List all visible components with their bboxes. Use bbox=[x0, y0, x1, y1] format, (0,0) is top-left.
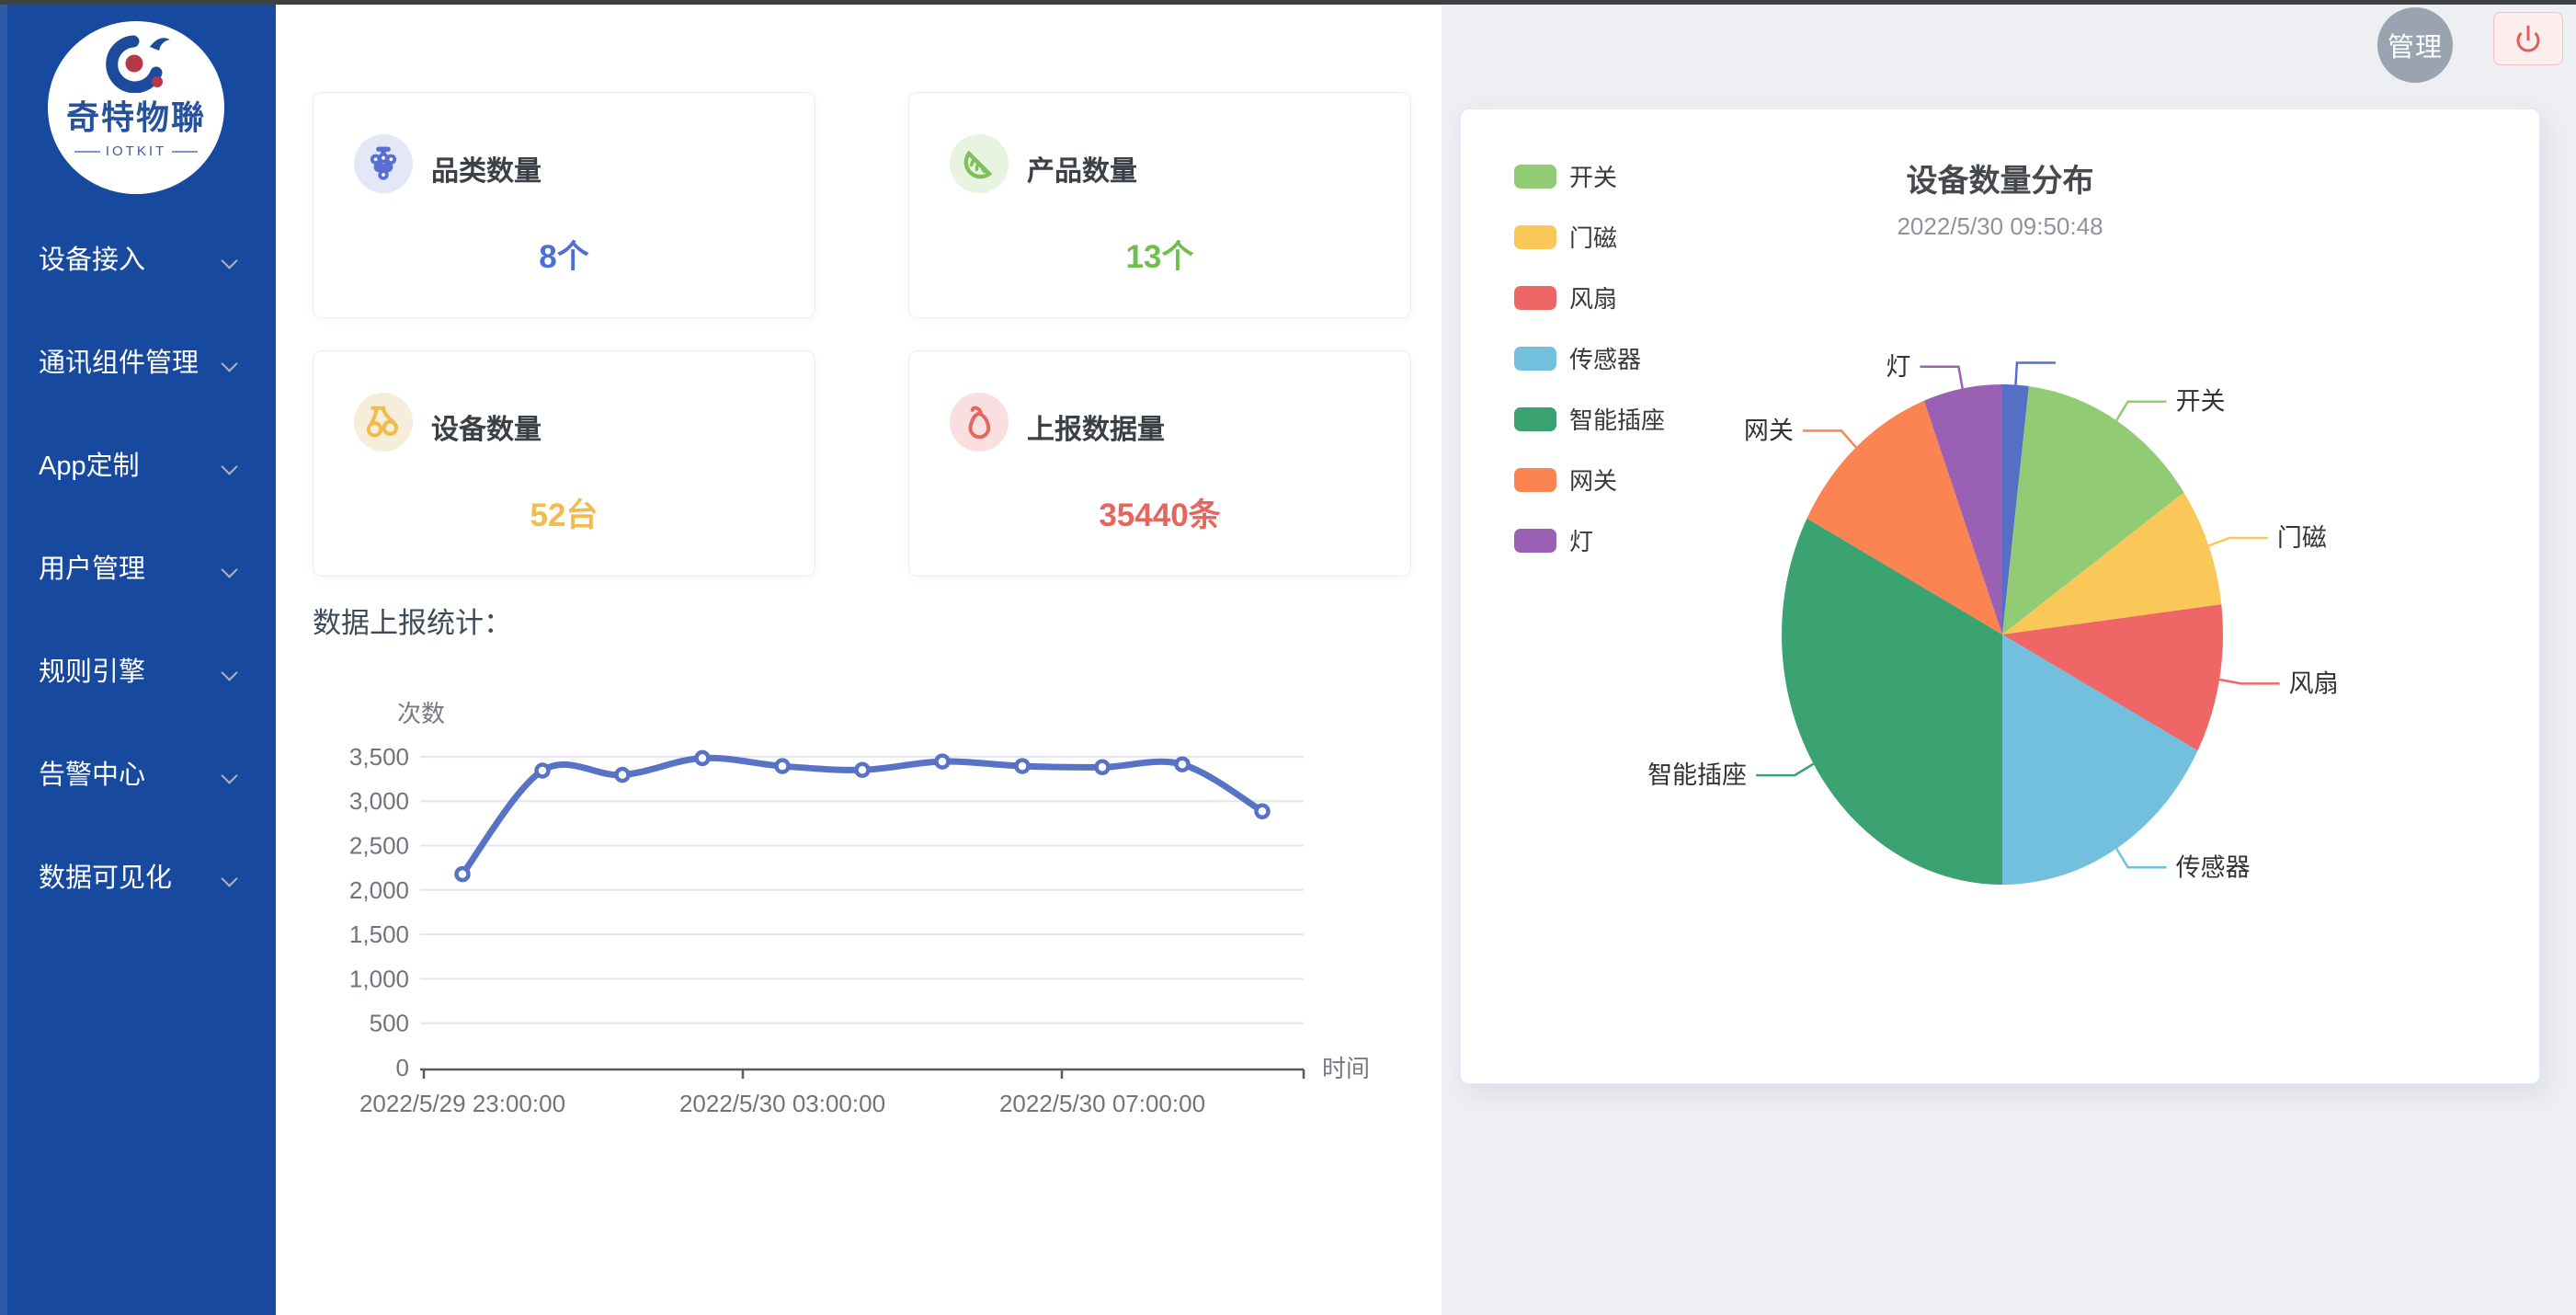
chevron-down-icon bbox=[221, 870, 237, 886]
stat-cards: 品类数量 8个 产品数量 13个设备数量 52台 上报数据量 35440条 bbox=[313, 92, 1416, 579]
device-pie-chart: 开关门磁风扇传感器 智能插座 网关 灯 bbox=[1461, 109, 2539, 1083]
divider bbox=[74, 151, 100, 153]
chevron-down-icon bbox=[221, 561, 237, 577]
svg-text:1,000: 1,000 bbox=[349, 965, 409, 992]
chevron-down-icon bbox=[221, 355, 237, 372]
stat-card: 上报数据量 35440条 bbox=[908, 350, 1411, 577]
svg-text:门磁: 门磁 bbox=[2277, 524, 2327, 552]
sidebar-menu-item[interactable]: App定制 bbox=[0, 440, 276, 492]
svg-text:风扇: 风扇 bbox=[2289, 669, 2339, 697]
svg-text:2022/5/30 07:00:00: 2022/5/30 07:00:00 bbox=[999, 1090, 1205, 1117]
svg-text:500: 500 bbox=[370, 1010, 409, 1037]
chevron-down-icon bbox=[221, 767, 237, 783]
stat-card: 产品数量 13个 bbox=[908, 92, 1411, 318]
chevron-down-icon bbox=[221, 252, 237, 269]
svg-text:2022/5/30 03:00:00: 2022/5/30 03:00:00 bbox=[679, 1090, 885, 1117]
stat-card: 设备数量 52台 bbox=[313, 350, 815, 577]
grapes-icon bbox=[354, 134, 413, 193]
svg-text:1,500: 1,500 bbox=[349, 920, 409, 948]
admin-avatar[interactable]: 管理 bbox=[2377, 7, 2453, 83]
sidebar-menu-item[interactable]: 通讯组件管理 bbox=[0, 337, 276, 389]
sidebar-item-label: 通讯组件管理 bbox=[39, 349, 199, 378]
sidebar-menu-item[interactable]: 设备接入 bbox=[0, 234, 276, 286]
stat-card-value: 13个 bbox=[909, 231, 1410, 278]
svg-text:2022/5/29 23:00:00: 2022/5/29 23:00:00 bbox=[359, 1090, 565, 1117]
pear-icon bbox=[950, 393, 1009, 452]
svg-text:0: 0 bbox=[396, 1054, 409, 1081]
divider bbox=[172, 151, 198, 153]
brand-subtitle-text: IOTKIT bbox=[106, 143, 166, 159]
stat-card-value: 35440条 bbox=[909, 489, 1410, 536]
sidebar: 奇特物聯 IOTKIT 设备接入通讯组件管理 App定制用户管理规则引擎告警中心数… bbox=[0, 5, 276, 1315]
report-section-title: 数据上报统计： bbox=[313, 600, 512, 641]
svg-text:次数: 次数 bbox=[397, 700, 445, 727]
sidebar-item-label: 规则引擎 bbox=[39, 658, 145, 687]
svg-text:3,000: 3,000 bbox=[349, 787, 409, 815]
stat-card-title: 产品数量 bbox=[1027, 148, 1137, 189]
stat-card-title: 品类数量 bbox=[431, 148, 541, 189]
chevron-down-icon bbox=[221, 458, 237, 475]
stat-card-title: 上报数据量 bbox=[1027, 406, 1165, 447]
report-line-chart: 0 500 1,000 1,500 2,000 2,500 3,000 3,500 次数 2022… bbox=[331, 680, 1434, 1131]
sidebar-item-label: 告警中心 bbox=[39, 760, 145, 790]
svg-text:传感器: 传感器 bbox=[2176, 853, 2251, 881]
sidebar-menu-item[interactable]: 数据可见化 bbox=[0, 852, 276, 904]
dashboard-root: 奇特物聯 IOTKIT 设备接入通讯组件管理App定制用户管理规则引擎告警中心数… bbox=[0, 0, 2576, 1315]
svg-text:3,500: 3,500 bbox=[349, 743, 409, 771]
svg-text:2,000: 2,000 bbox=[349, 876, 409, 904]
cherries-icon bbox=[354, 393, 413, 452]
sidebar-item-label: 数据可见化 bbox=[39, 863, 172, 893]
svg-text:智能插座: 智能插座 bbox=[1647, 761, 1747, 789]
svg-text:网关: 网关 bbox=[1744, 417, 1794, 444]
svg-text:灯: 灯 bbox=[1886, 353, 1910, 381]
stat-card-value: 8个 bbox=[313, 231, 815, 278]
svg-text:时间: 时间 bbox=[1322, 1055, 1370, 1082]
sidebar-menu-item[interactable]: 用户管理 bbox=[0, 543, 276, 595]
logout-button[interactable] bbox=[2493, 12, 2563, 65]
power-icon bbox=[2513, 23, 2544, 54]
sidebar-item-label: 用户管理 bbox=[39, 555, 145, 584]
stat-card: 品类数量 8个 bbox=[313, 92, 815, 318]
brand-logo: 奇特物聯 IOTKIT bbox=[48, 21, 224, 194]
stat-card-title: 设备数量 bbox=[431, 406, 541, 447]
sidebar-item-label: 设备接入 bbox=[39, 246, 145, 275]
rabbit-logo-icon bbox=[93, 34, 203, 93]
main-content-panel: 品类数量8个产品数量13个设备数量52台上报数据量35440条 数据上报统计： … bbox=[276, 5, 1442, 1315]
brand-subtitle: IOTKIT bbox=[74, 143, 198, 159]
lime-slice-icon bbox=[950, 134, 1009, 193]
sidebar-menu-item[interactable]: 规则引擎 bbox=[0, 646, 276, 698]
chevron-down-icon bbox=[221, 664, 237, 680]
device-distribution-card: 设备数量分布 2022/5/30 09:50:48 开关门磁风扇传感器智能插座网… bbox=[1460, 109, 2540, 1084]
svg-text:2,500: 2,500 bbox=[349, 832, 409, 860]
brand-name: 奇特物聯 bbox=[66, 91, 206, 139]
svg-text:开关: 开关 bbox=[2176, 388, 2226, 416]
sidebar-menu-item[interactable]: 告警中心 bbox=[0, 749, 276, 801]
stat-card-value: 52台 bbox=[313, 489, 815, 536]
sidebar-menu: 设备接入通讯组件管理 App定制用户管理规则引擎告警中心数据可见化 bbox=[0, 234, 276, 955]
sidebar-item-label: App定制 bbox=[39, 452, 140, 481]
